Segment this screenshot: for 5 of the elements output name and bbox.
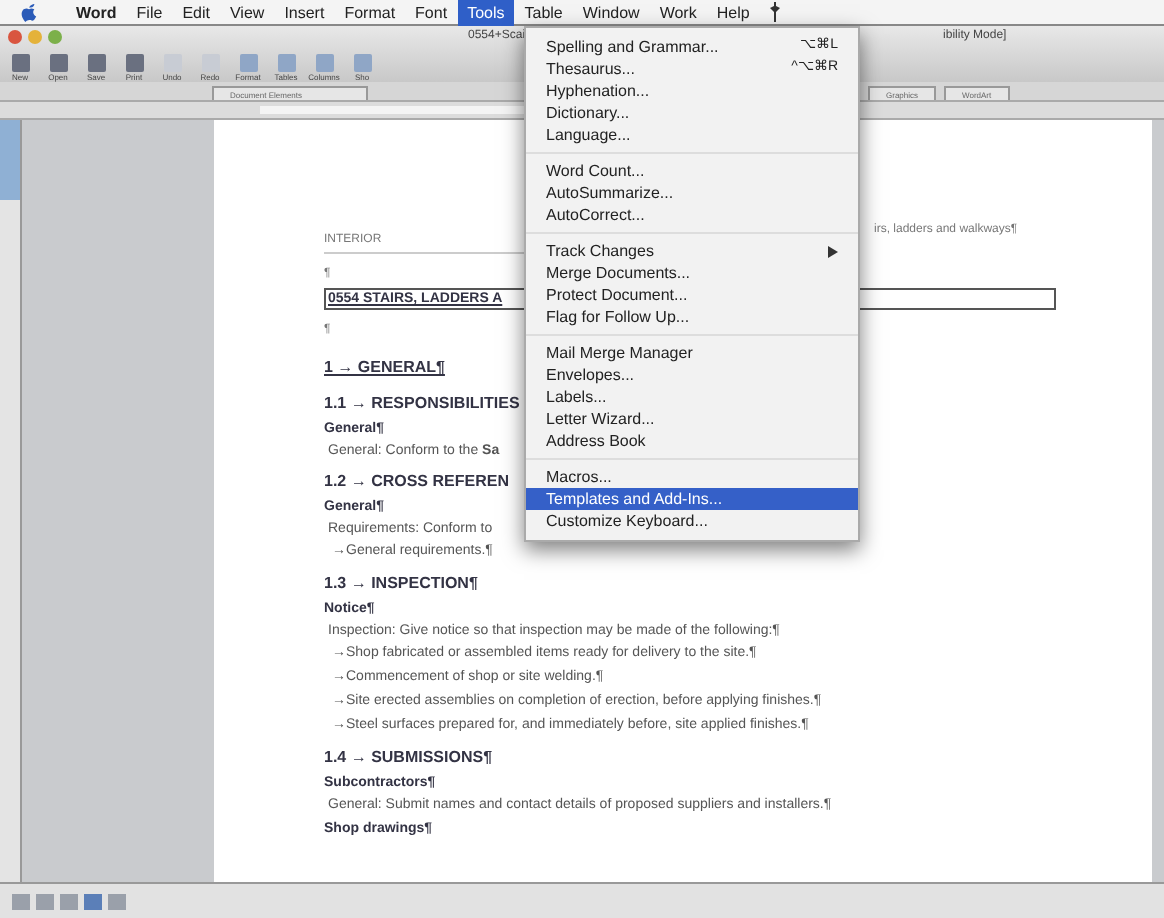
heading: 1.1 → RESPONSIBILITIES [324,392,520,416]
heading: 1.3 → INSPECTION¶ [324,572,478,596]
heading: 1.2 → CROSS REFEREN [324,470,509,494]
heading: 1.4 → SUBMISSIONS¶ [324,746,493,770]
heading: 1 → GENERAL¶ [324,356,445,380]
